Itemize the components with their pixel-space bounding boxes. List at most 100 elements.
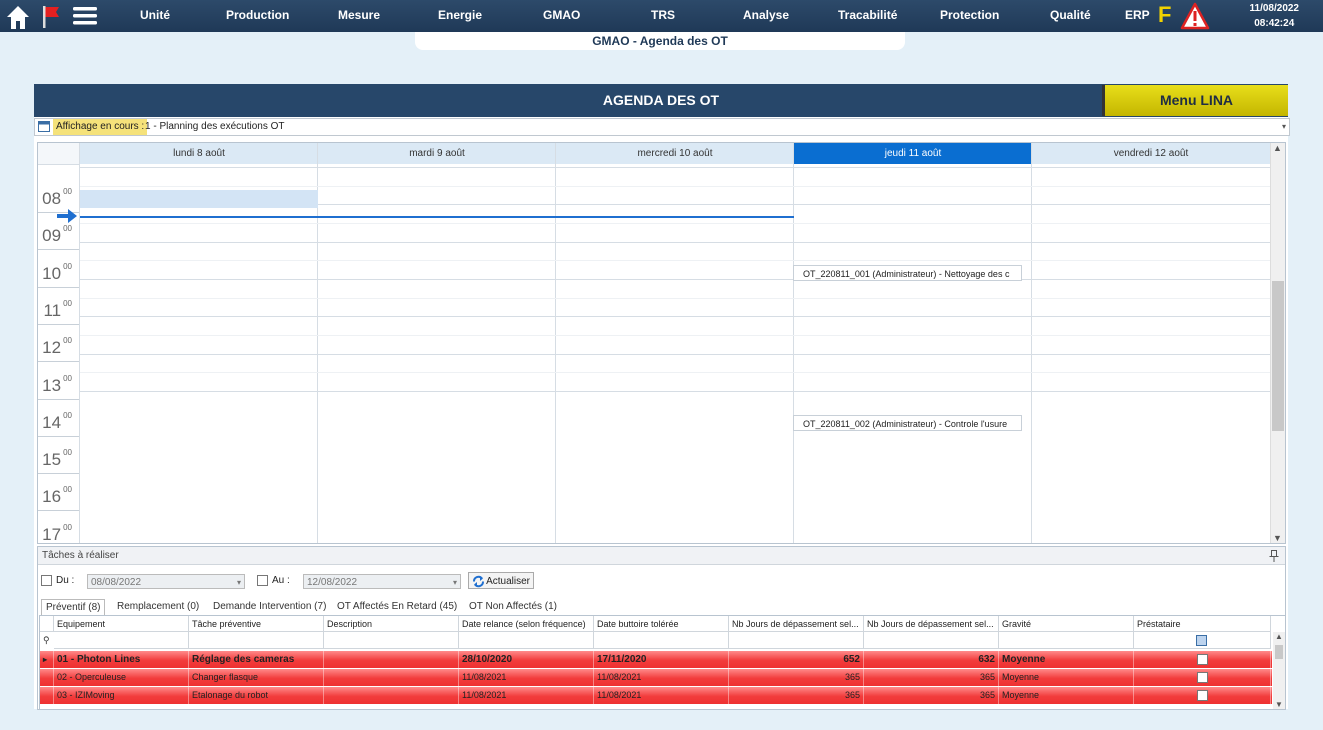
- table-cell: Changer flasque: [189, 669, 324, 686]
- scroll-down-icon[interactable]: ▼: [1275, 700, 1283, 709]
- nav-erp[interactable]: ERP: [1125, 8, 1150, 22]
- filter-cell[interactable]: [54, 632, 189, 649]
- au-checkbox[interactable]: [257, 575, 268, 586]
- calendar-view-icon: [38, 121, 50, 132]
- hour-minutes: 00: [63, 448, 72, 458]
- nav-gmao[interactable]: GMAO: [543, 8, 580, 22]
- nav-production[interactable]: Production: [226, 8, 289, 22]
- home-icon[interactable]: [4, 3, 32, 31]
- tab-remplacement[interactable]: Remplacement (0): [113, 599, 203, 614]
- table-row[interactable]: ▸ 01 - Photon Lines Réglage des cameras 28/…: [40, 651, 1272, 668]
- filter-cell[interactable]: [729, 632, 864, 649]
- column-header[interactable]: Nb Jours de dépassement sel...: [864, 616, 999, 632]
- hour-divider: [38, 510, 79, 511]
- table-cell: 02 - Operculeuse: [54, 669, 189, 686]
- prestataire-checkbox[interactable]: [1197, 654, 1208, 665]
- hour-divider: [38, 249, 79, 250]
- day-header[interactable]: lundi 8 août: [80, 143, 318, 164]
- f-badge[interactable]: F: [1158, 2, 1171, 28]
- table-scrollbar[interactable]: ▲ ▼: [1273, 632, 1285, 709]
- filter-cell[interactable]: [864, 632, 999, 649]
- pin-icon[interactable]: [1269, 550, 1279, 562]
- affichage-select[interactable]: Affichage en cours : 1 - Planning des ex…: [34, 118, 1290, 136]
- hour-value: 17: [42, 524, 62, 544]
- chevron-down-icon[interactable]: ▾: [453, 575, 457, 590]
- table-cell: Moyenne: [999, 669, 1134, 686]
- nav-mesure[interactable]: Mesure: [338, 8, 380, 22]
- flag-icon[interactable]: [39, 4, 63, 30]
- au-date-input[interactable]: 12/08/2022 ▾: [303, 574, 461, 589]
- filter-cell[interactable]: [1134, 632, 1271, 649]
- nav-unite[interactable]: Unité: [140, 8, 170, 22]
- column-header[interactable]: Equipement: [54, 616, 189, 632]
- du-checkbox[interactable]: [41, 575, 52, 586]
- nav-energie[interactable]: Energie: [438, 8, 482, 22]
- agenda-scrollbar[interactable]: ▲ ▼: [1270, 143, 1285, 543]
- menu-icon[interactable]: [72, 6, 98, 26]
- column-header[interactable]: Tâche préventive: [189, 616, 324, 632]
- chevron-down-icon[interactable]: ▾: [1282, 119, 1286, 135]
- day-header[interactable]: mercredi 10 août: [556, 143, 794, 164]
- scroll-down-icon[interactable]: ▼: [1273, 533, 1282, 543]
- hour-value: 15: [42, 450, 62, 470]
- nav-analyse[interactable]: Analyse: [743, 8, 789, 22]
- menu-lina-button[interactable]: Menu LINA: [1102, 85, 1288, 116]
- column-header[interactable]: Description: [324, 616, 459, 632]
- day-header[interactable]: mardi 9 août: [318, 143, 556, 164]
- day-header[interactable]: vendredi 12 août: [1032, 143, 1270, 164]
- hour-minutes: 00: [63, 261, 72, 271]
- warning-icon[interactable]: [1180, 2, 1210, 30]
- agenda-event[interactable]: OT_220811_001 (Administrateur) - Nettoya…: [793, 265, 1022, 281]
- scroll-up-icon[interactable]: ▲: [1273, 143, 1282, 153]
- agenda-calendar[interactable]: lundi 8 août mardi 9 août mercredi 10 août…: [37, 142, 1286, 544]
- hour-divider: [38, 399, 79, 400]
- column-header[interactable]: Date buttoire tolérée: [594, 616, 729, 632]
- day-header[interactable]: jeudi 11 août: [794, 143, 1032, 164]
- table-cell: 17/11/2020: [594, 651, 729, 668]
- du-date-input[interactable]: 08/08/2022 ▾: [87, 574, 245, 589]
- scroll-up-icon[interactable]: ▲: [1275, 632, 1283, 641]
- filter-cell[interactable]: [459, 632, 594, 649]
- nav-trs[interactable]: TRS: [651, 8, 675, 22]
- current-date: 11/08/2022: [1249, 3, 1300, 14]
- nav-protection[interactable]: Protection: [940, 8, 999, 22]
- filter-cell[interactable]: [999, 632, 1134, 649]
- selected-time-slot[interactable]: [80, 190, 318, 208]
- tab-ot-non-affectes[interactable]: OT Non Affectés (1): [465, 599, 561, 614]
- refresh-icon: [473, 575, 484, 588]
- column-header[interactable]: Préstataire: [1134, 616, 1271, 632]
- filter-icon[interactable]: ⚲: [43, 635, 50, 646]
- nav-tracabilite[interactable]: Tracabilité: [838, 8, 897, 22]
- tab-demande-intervention[interactable]: Demande Intervention (7): [209, 599, 330, 614]
- table-cell: 01 - Photon Lines: [54, 651, 189, 668]
- scroll-thumb[interactable]: [1272, 281, 1284, 431]
- refresh-label: Actualiser: [486, 576, 530, 587]
- time-slot-line: [80, 335, 1270, 336]
- table-cell: 03 - IZIMoving: [54, 687, 189, 704]
- chevron-down-icon[interactable]: ▾: [237, 575, 241, 590]
- prestataire-checkbox[interactable]: [1197, 672, 1208, 683]
- nav-qualite[interactable]: Qualité: [1050, 8, 1091, 22]
- filter-cell[interactable]: [594, 632, 729, 649]
- au-date-value: 12/08/2022: [307, 577, 358, 588]
- hour-value: 09: [42, 226, 62, 246]
- hour-divider: [38, 473, 79, 474]
- hour-value: 08: [42, 189, 62, 208]
- column-header[interactable]: Date relance (selon fréquence): [459, 616, 594, 632]
- table-row[interactable]: 03 - IZIMoving Etalonage du robot 11/08/20…: [40, 687, 1272, 704]
- tab-ot-affectes-en-retard[interactable]: OT Affectés En Retard (45): [333, 599, 461, 614]
- day-column-divider: [555, 143, 556, 543]
- tab-preventif[interactable]: Préventif (8): [41, 599, 106, 615]
- table-cell: 11/08/2021: [459, 687, 594, 704]
- agenda-event[interactable]: OT_220811_002 (Administrateur) - Control…: [793, 415, 1022, 431]
- filter-cell[interactable]: [189, 632, 324, 649]
- column-header[interactable]: Gravité: [999, 616, 1134, 632]
- table-row[interactable]: 02 - Operculeuse Changer flasque 11/08/202…: [40, 669, 1272, 686]
- column-header[interactable]: Nb Jours de dépassement sel...: [729, 616, 864, 632]
- refresh-button[interactable]: Actualiser: [468, 572, 534, 589]
- scroll-thumb[interactable]: [1275, 645, 1283, 659]
- filter-cell[interactable]: [324, 632, 459, 649]
- prestataire-checkbox[interactable]: [1197, 690, 1208, 701]
- hour-label: 10 00: [38, 261, 78, 284]
- time-slot-line: [80, 223, 1270, 224]
